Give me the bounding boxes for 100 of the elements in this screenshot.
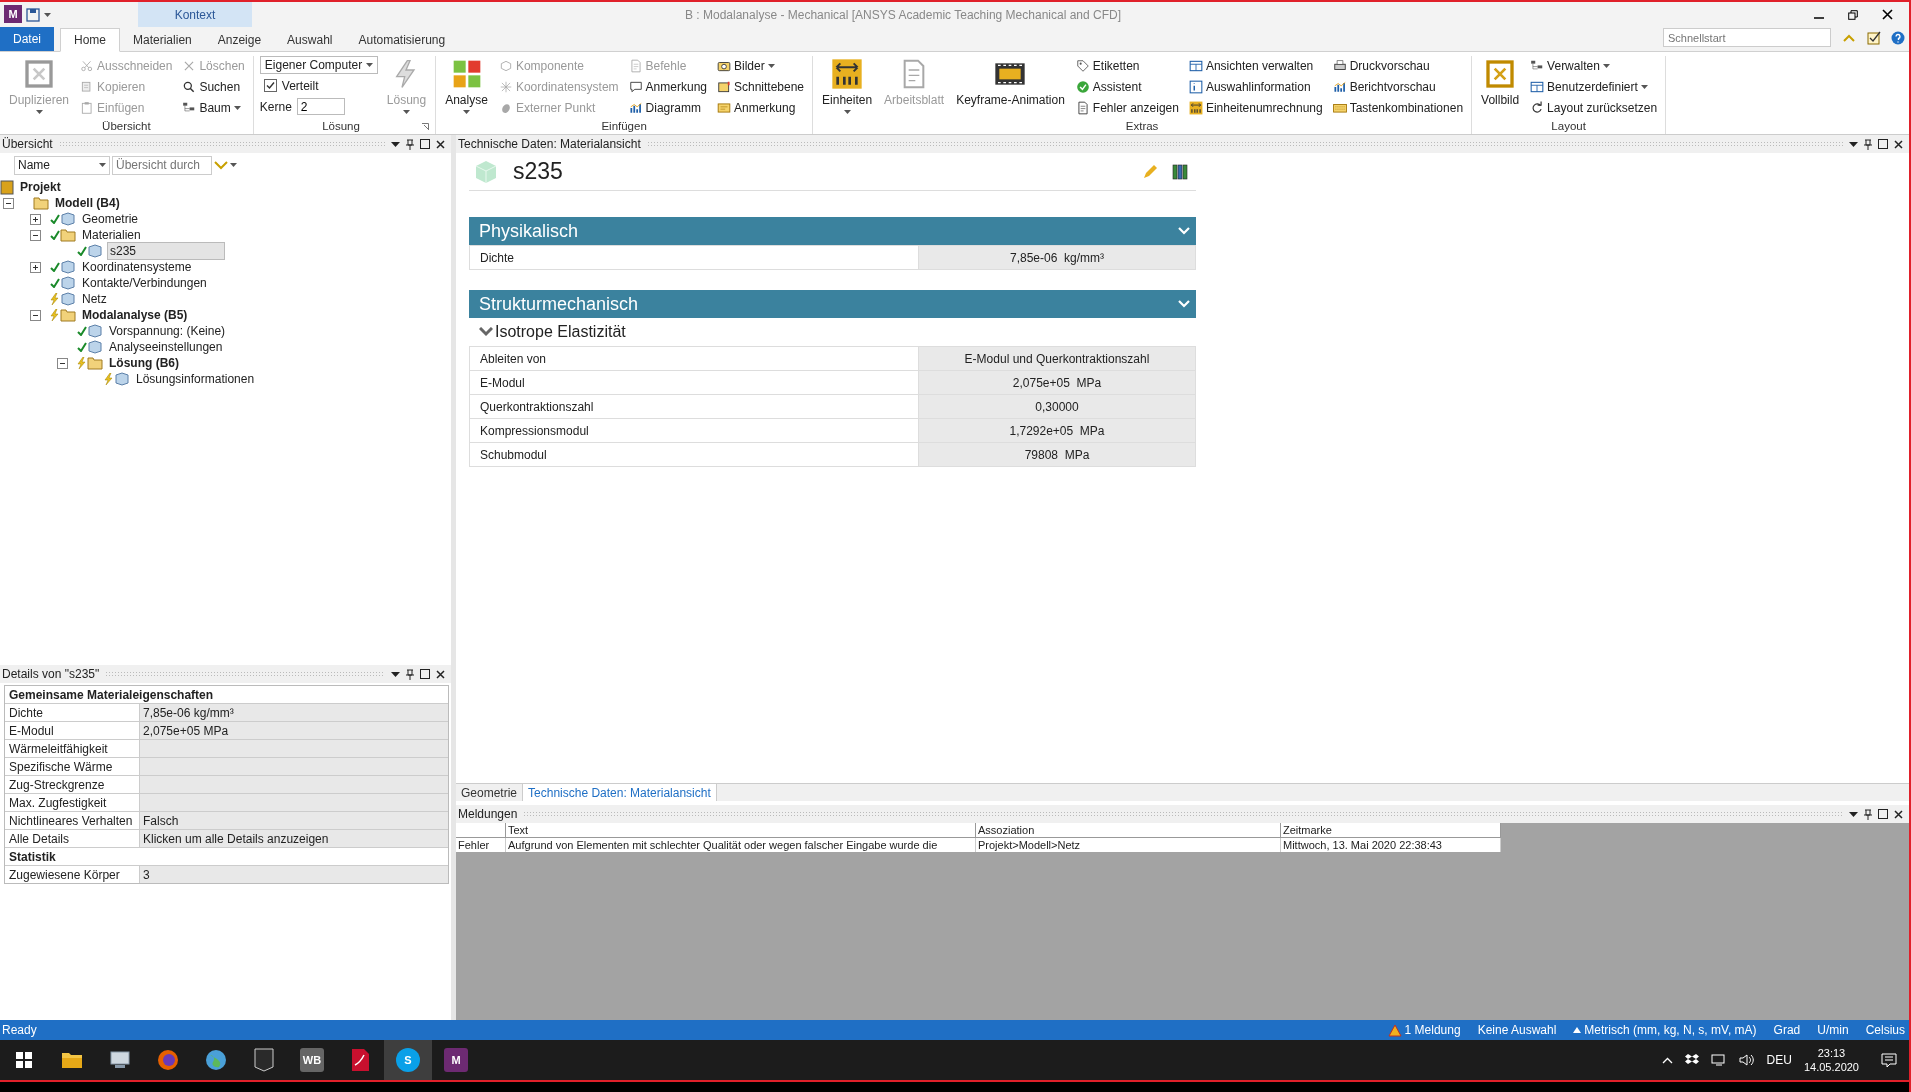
ribbon-button[interactable]: Bilder [715, 56, 807, 75]
ribbon-button[interactable]: Verwalten [1528, 56, 1660, 75]
notification-icon[interactable] [1881, 1053, 1897, 1067]
input-field[interactable]: 2 [296, 98, 345, 115]
ribbon-button[interactable]: Suchen [180, 77, 247, 96]
expander-icon[interactable] [30, 261, 41, 273]
file-menu-tab[interactable]: Datei [0, 27, 54, 51]
expander-icon[interactable] [3, 197, 14, 209]
property-value[interactable]: 2,075e+05 MPa [140, 722, 448, 739]
maximize-icon[interactable] [1878, 139, 1888, 149]
filter-dropdown[interactable]: Name [14, 155, 110, 175]
restore-icon[interactable] [1848, 9, 1858, 20]
tree-item[interactable]: Materialien [80, 228, 143, 242]
ribbon-button[interactable]: Analyse [442, 56, 491, 118]
ribbon-tab[interactable]: Anzeige [204, 29, 275, 51]
tree-item[interactable]: Lösungsinformationen [134, 372, 257, 386]
ribbon-tab[interactable]: Auswahl [274, 29, 346, 51]
ribbon-button[interactable]: Diagramm [626, 98, 709, 117]
maximize-icon[interactable] [1878, 809, 1888, 819]
pin-icon[interactable] [1864, 808, 1872, 820]
section-header[interactable]: Strukturmechanisch [469, 290, 1196, 318]
expander-icon[interactable] [30, 213, 41, 225]
ribbon-button[interactable]: Auswahlinformation [1186, 77, 1325, 96]
close-icon[interactable] [436, 139, 445, 149]
pin-icon[interactable] [1864, 138, 1872, 150]
clock[interactable]: 23:13 14.05.2020 [1803, 1046, 1859, 1074]
ribbon-button[interactable]: Fehler anzeigen [1073, 98, 1181, 117]
ribbon-button[interactable]: Keyframe-Animation [953, 56, 1068, 118]
ribbon-button[interactable]: Baum [180, 98, 247, 117]
column-header[interactable]: Zeitmarke [1281, 823, 1501, 838]
ribbon-button[interactable]: Druckvorschau [1330, 56, 1466, 75]
ribbon-tab[interactable]: Materialien [120, 29, 205, 51]
taskbar-button[interactable]: WB [288, 1040, 336, 1080]
property-value[interactable]: Falsch [140, 812, 448, 829]
tree-item[interactable]: Modell (B4) [53, 196, 122, 210]
ribbon-tab[interactable]: Automatisierung [345, 29, 459, 51]
checkbox[interactable] [263, 79, 277, 92]
dropdown-icon[interactable] [391, 671, 400, 677]
help-icon[interactable] [1891, 30, 1905, 45]
books-icon[interactable] [1172, 163, 1188, 180]
rotation-unit[interactable]: U/min [1817, 1023, 1849, 1037]
search-field[interactable]: Übersicht durch [112, 155, 212, 175]
maximize-icon[interactable] [420, 139, 430, 149]
dropdown-icon[interactable] [1849, 141, 1858, 147]
unit-system[interactable]: Metrisch (mm, kg, N, s, mV, mA) [1584, 1023, 1757, 1037]
property-value[interactable]: Klicken um alle Details anzuzeigen [140, 830, 448, 847]
tree-item[interactable]: Netz [80, 292, 109, 306]
ribbon-button[interactable]: Vollbild [1478, 56, 1523, 118]
section-header[interactable]: Physikalisch [469, 217, 1196, 245]
pin-icon[interactable] [406, 668, 414, 680]
ribbon-button[interactable]: Assistent [1073, 77, 1181, 96]
property-value[interactable]: 3 [140, 866, 448, 883]
ribbon-button[interactable]: Benutzerdefiniert [1528, 77, 1660, 96]
close-icon[interactable] [1894, 809, 1903, 819]
input-language[interactable]: DEU [1766, 1053, 1792, 1067]
dialog-launcher-icon[interactable] [422, 122, 430, 130]
close-icon[interactable] [1882, 9, 1893, 20]
ribbon-button[interactable]: Etiketten [1073, 56, 1181, 75]
dropbox-icon[interactable] [1684, 1054, 1699, 1066]
message-count[interactable]: 1 Meldung [1404, 1023, 1461, 1037]
column-header[interactable]: Text [506, 823, 976, 838]
tree-item[interactable]: Vorspannung: (Keine) [107, 324, 228, 338]
close-icon[interactable] [436, 669, 445, 679]
ribbon-button[interactable]: Layout zurücksetzen [1528, 98, 1660, 117]
expander-icon[interactable] [30, 229, 41, 241]
tree-item[interactable]: Koordinatensysteme [80, 260, 194, 274]
tree-item[interactable]: Lösung (B6) [107, 356, 181, 370]
chevron-icon[interactable] [479, 327, 493, 337]
tree-item[interactable]: Analyseeinstellungen [107, 340, 225, 354]
dropdown-icon[interactable] [1849, 811, 1858, 817]
ribbon-button[interactable]: Einheiten [819, 56, 876, 118]
ribbon-button[interactable]: Ansichten verwalten [1186, 56, 1325, 75]
expander-icon[interactable] [57, 357, 68, 369]
quick-launch-field[interactable]: Schnellstart [1663, 28, 1831, 47]
ribbon-tab[interactable]: Home [60, 28, 121, 52]
property-value[interactable]: 7,85e-06 kg/mm³ [140, 704, 448, 721]
network-icon[interactable] [1710, 1054, 1727, 1066]
view-tab[interactable]: Technische Daten: Materialansicht [523, 784, 717, 801]
ribbon-button[interactable]: Einheitenumrechnung [1186, 98, 1325, 117]
checklist-icon[interactable] [1867, 30, 1881, 45]
ribbon-button[interactable]: Schnittebene [715, 77, 807, 96]
tree-item[interactable]: Projekt [18, 180, 63, 194]
tree-item[interactable]: Geometrie [80, 212, 141, 226]
ribbon-button[interactable]: Berichtvorschau [1330, 77, 1466, 96]
pin-icon[interactable] [406, 138, 414, 150]
column-header[interactable]: Assoziation [976, 823, 1281, 838]
tree-item[interactable]: s235 [107, 242, 225, 260]
tree-item[interactable]: Kontakte/Verbindungen [80, 276, 209, 290]
tree-item[interactable]: Modalanalyse (B5) [80, 308, 190, 322]
dropdown-icon[interactable] [391, 141, 400, 147]
save-icon[interactable] [26, 7, 40, 22]
angle-unit[interactable]: Grad [1773, 1023, 1801, 1037]
ribbon-button[interactable]: Anmerkung [715, 98, 807, 117]
maximize-icon[interactable] [420, 669, 430, 679]
dropdown-field[interactable]: Eigener Computer [259, 56, 378, 74]
taskbar-button[interactable]: M [432, 1040, 480, 1080]
ribbon-button[interactable]: Tastenkombinationen [1330, 98, 1466, 117]
speaker-icon[interactable] [1738, 1054, 1755, 1066]
close-icon[interactable] [1894, 139, 1903, 149]
temperature-unit[interactable]: Celsius [1865, 1023, 1905, 1037]
